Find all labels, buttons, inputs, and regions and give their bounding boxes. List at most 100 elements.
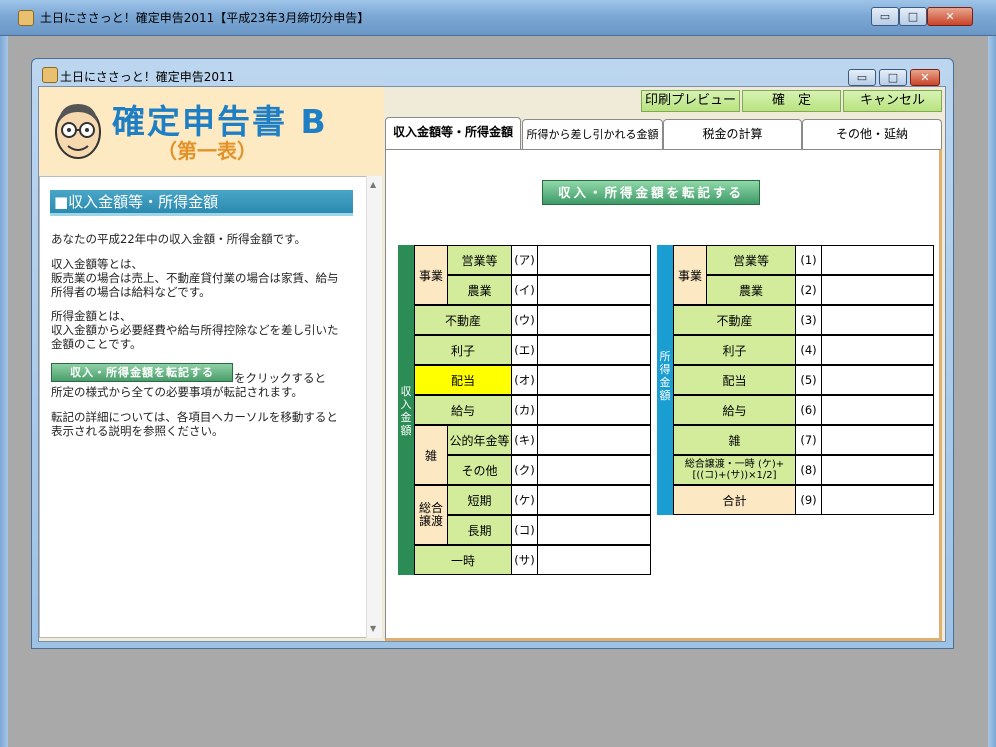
group-misc: 雑 (414, 425, 448, 485)
inline-transfer-button[interactable]: 収入・所得金額を転記する (51, 363, 233, 382)
amount-value-field[interactable] (821, 365, 934, 395)
close-button[interactable]: ✕ (927, 7, 973, 26)
mascot-face-icon (52, 98, 104, 162)
amount-label: 総合譲渡・一時 (ケ)+[((コ)+(サ))×1/2] (673, 455, 796, 485)
income-value-field[interactable] (537, 515, 651, 545)
income-value-field[interactable] (537, 305, 651, 335)
help-text-line: 収入金額等とは、 (51, 257, 143, 271)
help-text-line: 所得金額とは、 (51, 309, 132, 323)
maximize-button[interactable]: □ (899, 7, 927, 26)
cancel-button[interactable]: キャンセル (843, 90, 942, 112)
amount-total-label: 合計 (673, 485, 796, 515)
help-text-line: 所定の様式から全ての必要事項が転記されます。 (51, 385, 303, 399)
amount-value-field[interactable] (821, 245, 934, 275)
amount-value-field[interactable] (821, 335, 934, 365)
income-value-field[interactable] (537, 425, 651, 455)
outer-window-title: 土日にささっと！確定申告2011【平成23年3月締切分申告】 (40, 11, 370, 25)
amount-label: 農業 (706, 275, 796, 305)
income-label-highlighted: 配当 (414, 365, 512, 395)
income-code: (ク) (511, 455, 538, 485)
amount-value-field[interactable] (821, 455, 934, 485)
group-general-transfer: 総合譲渡 (414, 485, 448, 545)
inner-app-icon (42, 67, 58, 83)
minimize-button[interactable]: ▭ (871, 7, 899, 26)
amount-code: (9) (795, 485, 822, 515)
income-value-field[interactable] (537, 245, 651, 275)
amount-code: (4) (795, 335, 822, 365)
help-text-line: 金額のことです。 (51, 337, 142, 351)
income-amount-side-label: 所得金額 (659, 350, 671, 402)
inner-close-button[interactable]: ✕ (910, 69, 940, 86)
transfer-button[interactable]: 収入・所得金額を転記する (542, 180, 760, 205)
income-code: (キ) (511, 425, 538, 455)
income-code: (オ) (511, 365, 538, 395)
amount-code: (2) (795, 275, 822, 305)
income-label: 一時 (414, 545, 512, 575)
inner-minimize-button[interactable]: ▭ (848, 69, 876, 86)
income-value-field[interactable] (537, 485, 651, 515)
amount-code: (8) (795, 455, 822, 485)
income-value-field[interactable] (537, 395, 651, 425)
amount-label: 利子 (673, 335, 796, 365)
income-label: 営業等 (447, 245, 512, 275)
income-value-field[interactable] (537, 455, 651, 485)
help-text-line: 転記の詳細については、各項目へカーソルを移動すると (51, 410, 338, 424)
page-subtitle: （第一表） (157, 139, 257, 163)
income-side-label: 収入金額 (400, 385, 412, 437)
amount-value-field[interactable] (821, 395, 934, 425)
income-label: 利子 (414, 335, 512, 365)
income-code: (コ) (511, 515, 538, 545)
confirm-button[interactable]: 確 定 (742, 90, 841, 112)
amount-total-field[interactable] (821, 485, 934, 515)
income-code: (カ) (511, 395, 538, 425)
amount-label: 給与 (673, 395, 796, 425)
amount-value-field[interactable] (821, 425, 934, 455)
help-text-line: 表示される説明を参照ください。 (51, 424, 224, 438)
print-preview-button[interactable]: 印刷プレビュー (641, 90, 740, 112)
income-label: 農業 (447, 275, 512, 305)
help-text-line: あなたの平成22年中の収入金額・所得金額です。 (51, 232, 306, 246)
income-value-field[interactable] (537, 365, 651, 395)
scroll-up-icon[interactable]: ▲ (370, 180, 376, 189)
amount-code: (3) (795, 305, 822, 335)
income-code: (ウ) (511, 305, 538, 335)
income-value-field[interactable] (537, 545, 651, 575)
group-business-amount: 事業 (673, 245, 707, 305)
income-value-field[interactable] (537, 275, 651, 305)
group-general-transfer-label: 総合譲渡 (418, 501, 443, 528)
amount-label: 営業等 (706, 245, 796, 275)
amount-code: (7) (795, 425, 822, 455)
tab-other-deferral[interactable]: その他・延納 (802, 119, 942, 150)
tab-deductions[interactable]: 所得から差し引かれる金額 (522, 119, 663, 150)
amount-label: 雑 (673, 425, 796, 455)
income-label: 不動産 (414, 305, 512, 335)
income-amount-side-bar: 所得金額 (657, 245, 673, 515)
app-icon (18, 10, 34, 26)
amount-code: (6) (795, 395, 822, 425)
help-scrollbar[interactable]: ▲ ▼ (366, 176, 382, 638)
amount-value-field[interactable] (821, 275, 934, 305)
section-heading: ■収入金額等・所得金額 (50, 190, 353, 216)
scroll-down-icon[interactable]: ▼ (370, 624, 376, 633)
income-code: (エ) (511, 335, 538, 365)
income-value-field[interactable] (537, 335, 651, 365)
income-code: (イ) (511, 275, 538, 305)
income-side-bar: 収入金額 (398, 245, 414, 575)
amount-code: (5) (795, 365, 822, 395)
income-label: その他 (447, 455, 512, 485)
income-label: 公的年金等 (447, 425, 512, 455)
group-business: 事業 (414, 245, 448, 305)
amount-value-field[interactable] (821, 305, 934, 335)
income-code: (ア) (511, 245, 538, 275)
income-code: (ケ) (511, 485, 538, 515)
inner-maximize-button[interactable]: □ (879, 69, 907, 86)
income-label: 給与 (414, 395, 512, 425)
tab-tax-calculation[interactable]: 税金の計算 (663, 119, 802, 150)
income-code: (サ) (511, 545, 538, 575)
inner-window-title: 土日にささっと！確定申告2011 (60, 70, 235, 84)
help-text-line: 収入金額から必要経費や給与所得控除などを差し引いた (51, 323, 339, 337)
income-label: 短期 (447, 485, 512, 515)
tab-income[interactable]: 収入金額等・所得金額 (385, 117, 521, 150)
income-label: 長期 (447, 515, 512, 545)
amount-label: 配当 (673, 365, 796, 395)
